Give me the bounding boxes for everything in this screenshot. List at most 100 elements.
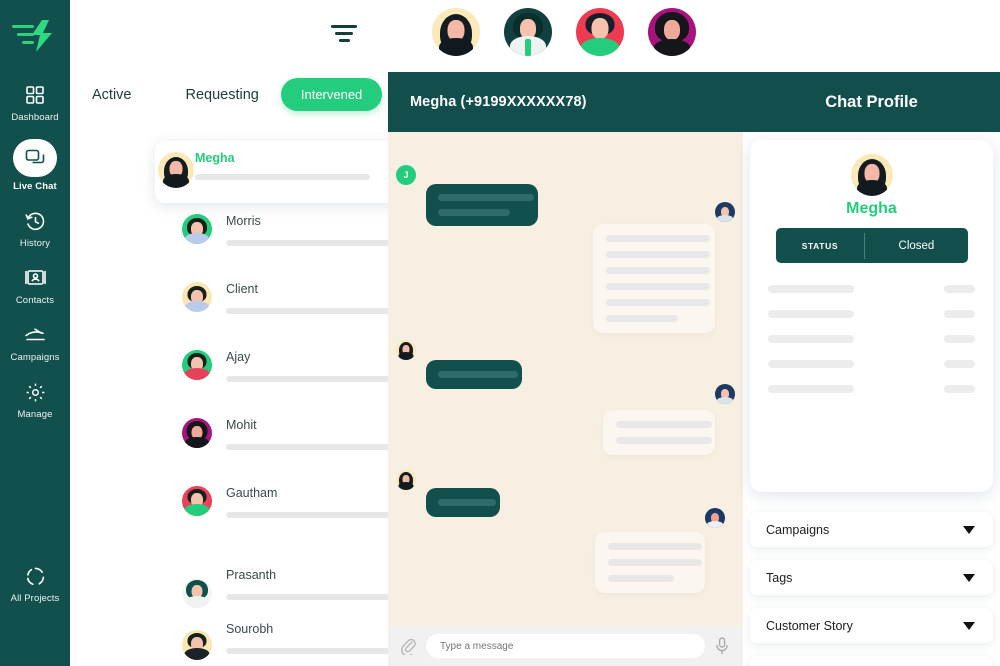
paperclip-icon[interactable]	[400, 637, 416, 657]
conversation-list-panel: Active Requesting Intervened Megha Morri…	[70, 0, 442, 666]
profile-detail-row	[768, 310, 975, 318]
chevron-down-icon	[963, 573, 975, 582]
sidebar-item-manage[interactable]: Manage	[0, 379, 70, 420]
message-bubble-outgoing	[426, 360, 522, 389]
contact-preview-placeholder	[226, 648, 404, 654]
sidebar-item-contacts[interactable]: Contacts	[0, 265, 70, 306]
avatar-agent-teal[interactable]	[504, 8, 552, 56]
bubble-line	[606, 315, 678, 322]
bubble-line	[616, 421, 712, 428]
accordion-campaigns[interactable]: Campaigns	[750, 512, 993, 547]
avatar-megha	[158, 152, 194, 188]
profile-detail-row	[768, 360, 975, 368]
avatar-megha[interactable]	[432, 8, 480, 56]
avatar-megha-chat	[396, 470, 416, 490]
contact-name: Mohit	[226, 418, 257, 432]
bubble-line	[608, 575, 674, 582]
detail-value-placeholder	[944, 385, 975, 393]
tab-requesting[interactable]: Requesting	[186, 80, 259, 110]
avatar-gautham	[182, 486, 212, 516]
chat-message-area[interactable]: J	[388, 132, 743, 626]
accordion-customer-story[interactable]: Customer Story	[750, 608, 993, 643]
contact-name: Client	[226, 282, 258, 296]
chat-panel: Megha (+9199XXXXXX78) J	[388, 72, 743, 666]
sidebar-item-all-projects[interactable]: All Projects	[0, 563, 70, 604]
sidebar-label-all-projects: All Projects	[10, 593, 60, 604]
detail-value-placeholder	[944, 360, 975, 368]
profile-name: Megha	[846, 200, 897, 217]
tab-intervened[interactable]: Intervened	[280, 78, 383, 111]
clock-history-icon	[22, 208, 48, 234]
sidebar-item-live-chat[interactable]: Live Chat	[0, 139, 70, 192]
message-bubble-incoming	[593, 224, 715, 333]
avatar-client	[182, 282, 212, 312]
accordion-attributes[interactable]: Attributes	[750, 656, 993, 666]
accordion-label: Customer Story	[766, 618, 853, 633]
profile-detail-rows	[750, 285, 993, 393]
avatar-agent-red[interactable]	[576, 8, 624, 56]
avatar-megha	[850, 154, 893, 196]
detail-label-placeholder	[768, 385, 854, 393]
sidebar-item-dashboard[interactable]: Dashboard	[0, 82, 70, 123]
avatar-agent-magenta[interactable]	[648, 8, 696, 56]
contact-name: Morris	[226, 214, 261, 228]
accordion-tags[interactable]: Tags	[750, 560, 993, 595]
chat-profile-panel: Chat Profile Megha STATUS Closed Campaig…	[743, 72, 1000, 666]
filter-line-1	[331, 25, 357, 28]
message-bubble-incoming	[603, 410, 715, 455]
bubble-line	[438, 209, 510, 216]
sidebar-label-dashboard: Dashboard	[11, 112, 59, 123]
profile-detail-row	[768, 385, 975, 393]
chevron-down-icon	[963, 621, 975, 630]
bubble-line	[608, 543, 702, 550]
bubble-line	[606, 299, 710, 306]
sidebar-label-campaigns: Campaigns	[10, 352, 60, 363]
avatar-megha-chat	[396, 340, 416, 360]
message-bubble-outgoing	[426, 488, 500, 517]
contact-preview-placeholder	[226, 308, 404, 314]
chat-contact-title: Megha (+9199XXXXXX78)	[410, 94, 587, 110]
speed-chat-logo[interactable]	[9, 14, 61, 58]
sidebar: Dashboard Live Chat History Contacts Cam…	[0, 0, 70, 666]
chat-header: Megha (+9199XXXXXX78)	[388, 72, 743, 132]
avatar-morris	[182, 214, 212, 244]
bubble-line	[606, 283, 710, 290]
dashboard-grid-icon	[22, 82, 48, 108]
bubble-line	[438, 499, 496, 506]
detail-value-placeholder	[944, 335, 975, 343]
projects-circle-icon	[22, 563, 48, 589]
avatar-mohit	[182, 418, 212, 448]
sidebar-item-history[interactable]: History	[0, 208, 70, 249]
contact-preview-placeholder	[226, 444, 404, 450]
gear-icon	[22, 379, 48, 405]
accordion-label: Campaigns	[766, 522, 830, 537]
avatar-contact-chat	[705, 508, 725, 528]
avatar-contact-chat	[715, 202, 735, 222]
chevron-down-icon	[963, 525, 975, 534]
profile-detail-row	[768, 335, 975, 343]
detail-label-placeholder	[768, 335, 854, 343]
message-bubble-incoming	[595, 532, 705, 593]
avatar-sourobh	[182, 630, 212, 660]
top-avatar-strip	[432, 8, 696, 56]
sidebar-label-history: History	[19, 238, 51, 249]
avatar-contact-chat	[715, 384, 735, 404]
contact-name: Prasanth	[226, 568, 277, 582]
filter-lines-icon[interactable]	[330, 25, 358, 47]
selected-contact-name: Megha	[195, 151, 235, 165]
profile-title: Chat Profile	[825, 92, 918, 111]
sidebar-label-live-chat: Live Chat	[13, 181, 57, 192]
bubble-line	[438, 194, 534, 201]
detail-value-placeholder	[944, 285, 975, 293]
tab-active[interactable]: Active	[92, 80, 132, 110]
paper-plane-icon	[22, 322, 48, 348]
conversation-tabs: Active Requesting Intervened	[92, 78, 383, 111]
chat-input-bar	[388, 626, 743, 666]
microphone-icon[interactable]	[715, 637, 731, 655]
filter-line-3	[338, 39, 350, 42]
chat-bubble-icon	[13, 139, 57, 177]
status-badge: STATUS Closed	[775, 228, 968, 263]
sidebar-label-contacts: Contacts	[15, 295, 55, 306]
message-input[interactable]	[426, 634, 705, 658]
sidebar-item-campaigns[interactable]: Campaigns	[0, 322, 70, 363]
